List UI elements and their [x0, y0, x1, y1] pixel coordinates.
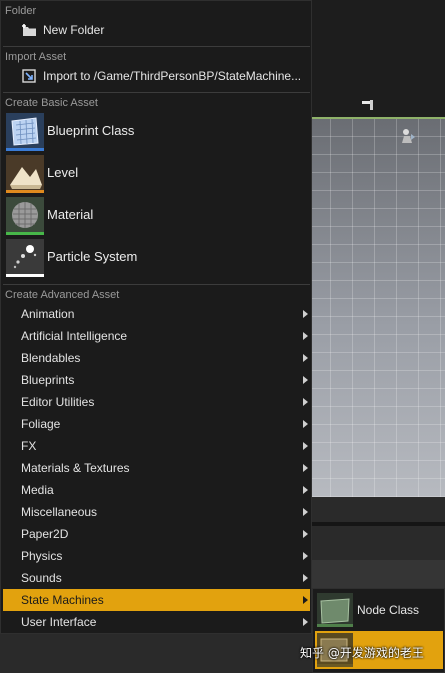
- menu-item-fx[interactable]: FX: [3, 435, 310, 457]
- new-folder-label: New Folder: [43, 23, 105, 37]
- menu-item-label: Paper2D: [21, 527, 69, 541]
- menu-item-physics[interactable]: Physics: [3, 545, 310, 567]
- menu-item-label: Artificial Intelligence: [21, 329, 128, 343]
- section-divider: [3, 92, 310, 93]
- blueprint-class-item[interactable]: Blueprint Class: [5, 112, 309, 152]
- import-icon: [22, 69, 36, 83]
- submenu-arrow-icon: [303, 332, 308, 340]
- menu-item-blueprints[interactable]: Blueprints: [3, 369, 310, 391]
- submenu-arrow-icon: [303, 464, 308, 472]
- submenu-arrow-icon: [303, 596, 308, 604]
- blueprint-class-icon: [6, 113, 44, 151]
- panel-divider: [312, 522, 445, 526]
- material-label: Material: [47, 207, 94, 222]
- node-class-item[interactable]: Node Class: [315, 591, 443, 629]
- submenu-arrow-icon: [303, 442, 308, 450]
- menu-item-label: Materials & Textures: [21, 461, 130, 475]
- menu-item-artificial-intelligence[interactable]: Artificial Intelligence: [3, 325, 310, 347]
- menu-item-label: Animation: [21, 307, 75, 321]
- new-folder-icon: [22, 24, 36, 36]
- watermark-text: 知乎 @开发游戏的老王: [300, 646, 424, 660]
- menu-item-user-interface[interactable]: User Interface: [3, 611, 310, 633]
- create-asset-context-menu: Folder New Folder Import Asset Import to…: [0, 0, 312, 634]
- menu-item-label: FX: [21, 439, 37, 453]
- menu-item-label: Blueprints: [21, 373, 75, 387]
- menu-item-editor-utilities[interactable]: Editor Utilities: [3, 391, 310, 413]
- section-header-folder: Folder: [5, 5, 37, 17]
- particle-system-icon: [6, 239, 44, 277]
- menu-item-label: Foliage: [21, 417, 61, 431]
- menu-item-label: Media: [21, 483, 54, 497]
- menu-item-sounds[interactable]: Sounds: [3, 567, 310, 589]
- submenu-arrow-icon: [303, 530, 308, 538]
- node-class-label: Node Class: [357, 603, 420, 617]
- submenu-arrow-icon: [303, 552, 308, 560]
- menu-item-blendables[interactable]: Blendables: [3, 347, 310, 369]
- menu-item-label: Sounds: [21, 571, 62, 585]
- level-icon: [6, 155, 44, 193]
- submenu-arrow-icon: [303, 376, 308, 384]
- submenu-arrow-icon: [303, 486, 308, 494]
- menu-item-label: Miscellaneous: [21, 505, 98, 519]
- material-icon: [6, 197, 44, 235]
- section-divider: [3, 284, 310, 285]
- light-source-icon: [362, 100, 373, 110]
- submenu-arrow-icon: [303, 398, 308, 406]
- menu-item-media[interactable]: Media: [3, 479, 310, 501]
- material-item[interactable]: Material: [5, 196, 309, 236]
- player-start-icon: [402, 129, 415, 143]
- panel-toolbar: [312, 560, 445, 588]
- section-header-basic: Create Basic Asset: [5, 97, 98, 109]
- level-item[interactable]: Level: [5, 154, 309, 194]
- menu-item-state-machines[interactable]: State Machines: [3, 589, 310, 611]
- submenu-arrow-icon: [303, 618, 308, 626]
- section-header-import: Import Asset: [5, 51, 67, 63]
- import-label: Import to /Game/ThirdPersonBP/StateMachi…: [43, 69, 302, 83]
- menu-item-materials-textures[interactable]: Materials & Textures: [3, 457, 310, 479]
- blueprint-class-label: Blueprint Class: [47, 123, 135, 138]
- menu-item-foliage[interactable]: Foliage: [3, 413, 310, 435]
- menu-item-label: Editor Utilities: [21, 395, 95, 409]
- menu-item-paper2d[interactable]: Paper2D: [3, 523, 310, 545]
- menu-item-animation[interactable]: Animation: [3, 303, 310, 325]
- particle-system-label: Particle System: [47, 249, 138, 264]
- submenu-arrow-icon: [303, 574, 308, 582]
- node-class-icon: [317, 593, 353, 627]
- submenu-arrow-icon: [303, 310, 308, 318]
- submenu-arrow-icon: [303, 420, 308, 428]
- menu-item-label: Physics: [21, 549, 63, 563]
- menu-item-label: Blendables: [21, 351, 81, 365]
- menu-item-label: State Machines: [21, 593, 104, 607]
- submenu-arrow-icon: [303, 508, 308, 516]
- section-header-advanced: Create Advanced Asset: [5, 289, 120, 301]
- menu-item-label: User Interface: [21, 615, 97, 629]
- submenu-arrow-icon: [303, 354, 308, 362]
- particle-system-item[interactable]: Particle System: [5, 238, 309, 278]
- section-divider: [3, 46, 310, 47]
- menu-item-miscellaneous[interactable]: Miscellaneous: [3, 501, 310, 523]
- level-label: Level: [47, 165, 79, 180]
